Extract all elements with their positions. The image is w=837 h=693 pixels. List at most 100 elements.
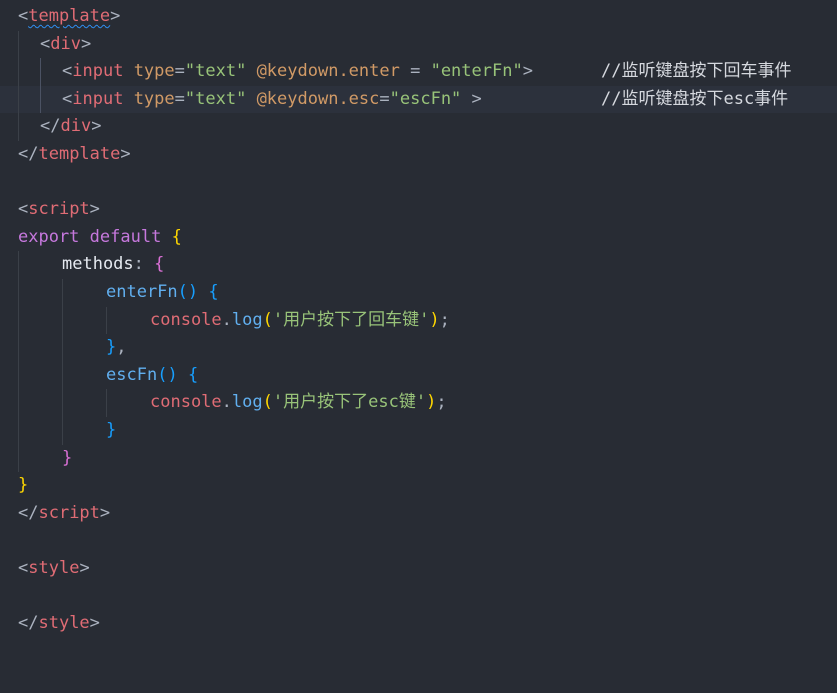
indent-guide [40, 58, 41, 86]
token: template [28, 6, 111, 26]
token: > [80, 33, 92, 54]
token: < [62, 61, 73, 82]
token: enterFn [106, 282, 178, 302]
token: log [231, 392, 263, 413]
token: input [72, 61, 124, 82]
code-line: escFn() { [0, 361, 837, 390]
token: template [38, 144, 121, 164]
token: > [89, 199, 100, 220]
token: ( [157, 364, 168, 385]
indent-guide [18, 417, 19, 445]
indent-guide [18, 444, 19, 473]
token: ) [167, 364, 178, 385]
indent-guide [62, 417, 63, 445]
token: "text" [184, 88, 247, 109]
code-line: export default { [0, 224, 837, 252]
token: </ [18, 144, 39, 164]
token: > [110, 6, 121, 26]
token: console [150, 392, 222, 413]
token: ) [429, 309, 440, 330]
indent-guide [18, 334, 19, 362]
code-line: <template> [0, 3, 837, 31]
token: } [18, 475, 29, 496]
indent-guide [106, 389, 107, 417]
token: , [116, 337, 127, 358]
token: "enterFn" [430, 61, 523, 82]
token: @keydown.esc [256, 88, 380, 109]
code-line-current: <input type="text" @keydown.esc="escFn" … [0, 85, 837, 114]
token: </ [18, 613, 39, 634]
code-line: <style> [0, 555, 837, 583]
token: < [18, 199, 29, 220]
code-line: }, [0, 334, 837, 362]
token: log [231, 309, 263, 330]
token: "text" [184, 61, 247, 82]
indent-guide [62, 306, 63, 335]
code-line: methods: { [0, 251, 837, 279]
token: > [522, 61, 533, 82]
token: = [174, 61, 185, 82]
token: = [399, 61, 431, 82]
token: = [174, 88, 185, 109]
token: } [62, 447, 73, 468]
indent-guide [18, 113, 19, 141]
indent-guide [40, 85, 41, 114]
code-line: enterFn() { [0, 279, 837, 307]
token: > [79, 558, 90, 578]
indent-guide [62, 334, 63, 362]
code-line: <input type="text" @keydown.enter = "ent… [0, 58, 837, 86]
indent-guide [62, 279, 63, 307]
token: ( [177, 282, 188, 302]
token: . [221, 309, 232, 330]
token: > [471, 88, 482, 109]
code-line: </div> [0, 113, 837, 141]
indent-guide [18, 306, 19, 335]
token: > [91, 116, 102, 137]
token: @keydown.enter [256, 61, 400, 82]
token: : [133, 254, 144, 275]
token: style [38, 613, 90, 634]
token: < [40, 33, 51, 54]
code-line: </template> [0, 141, 837, 169]
token: < [62, 88, 73, 109]
indent-guide [18, 389, 19, 417]
token: ) [426, 392, 437, 413]
code-line: console.log('用户按下了esc键'); [0, 389, 837, 417]
indent-guide [62, 361, 63, 390]
indent-guide [18, 58, 19, 86]
token: script [38, 502, 100, 523]
token: ( [262, 309, 273, 330]
indent-guide [18, 251, 19, 279]
code-line: <div> [0, 30, 837, 59]
token: </ [40, 116, 61, 137]
token: } [106, 337, 117, 358]
indent-guide [106, 306, 107, 335]
code-comment: //监听键盘按下回车事件 [601, 61, 792, 82]
token: < [18, 558, 29, 578]
token: style [28, 558, 80, 578]
token: < [18, 6, 29, 26]
token: ; [436, 392, 447, 413]
indent-guide [18, 279, 19, 307]
token: { [154, 254, 165, 275]
token: methods [62, 254, 134, 275]
token: type [133, 88, 175, 109]
indent-guide [18, 85, 19, 114]
token: '用户按下了esc键' [272, 392, 427, 413]
token: { [208, 282, 219, 302]
token: div [60, 116, 92, 137]
token: export [18, 226, 80, 247]
token: "escFn" [389, 88, 462, 109]
token: type [133, 61, 175, 82]
token: ; [439, 309, 450, 330]
token: default [89, 226, 162, 247]
token: { [171, 226, 182, 247]
token: script [28, 199, 90, 220]
token: . [221, 392, 232, 413]
token: input [72, 88, 124, 109]
code-editor[interactable]: <template> <div> <input type="text" @key… [0, 0, 837, 638]
token: > [120, 144, 131, 164]
token: > [99, 502, 111, 523]
code-line: } [0, 417, 837, 445]
token: > [89, 613, 100, 634]
